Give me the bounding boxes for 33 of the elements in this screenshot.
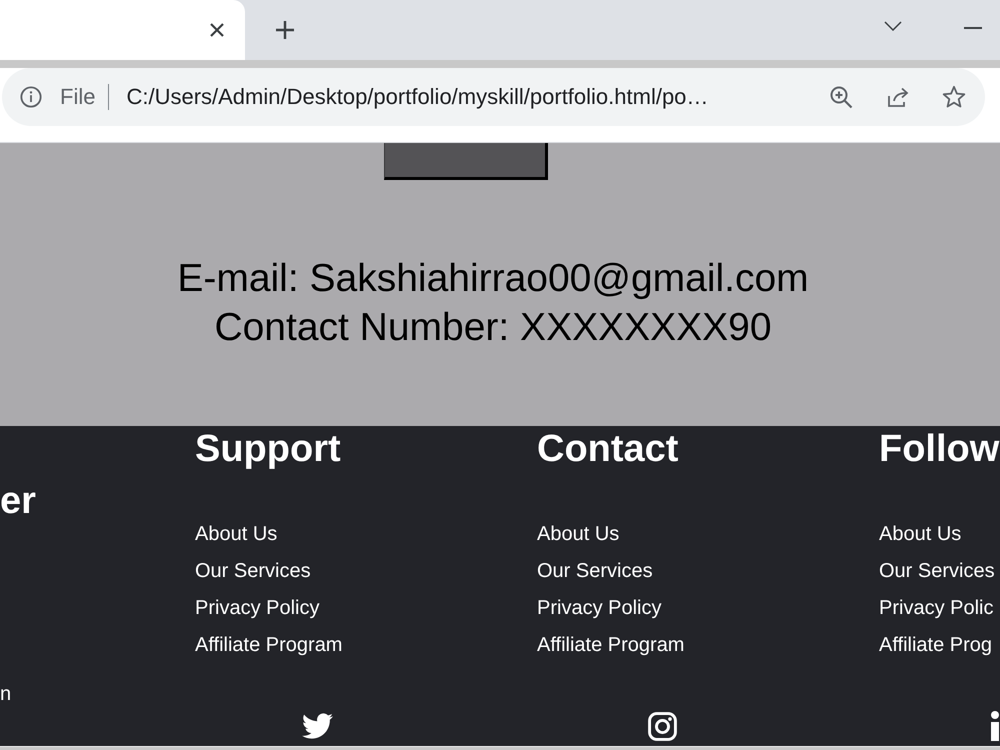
footer-link[interactable]: Our Services bbox=[537, 552, 653, 590]
new-tab-icon[interactable] bbox=[275, 20, 295, 40]
page-button[interactable] bbox=[384, 143, 548, 180]
footer-heading: Follow bbox=[879, 427, 1000, 472]
footer-link[interactable]: Privacy Policy bbox=[537, 590, 662, 626]
footer-heading: Contact bbox=[537, 427, 678, 472]
footer-link[interactable]: Affiliate Program bbox=[195, 626, 342, 664]
chevron-down-icon[interactable] bbox=[884, 21, 902, 31]
footer-heading: Support bbox=[195, 427, 341, 472]
camera-icon[interactable] bbox=[648, 712, 677, 740]
footer-link[interactable]: Our Services bbox=[195, 552, 311, 590]
footer-heading: er bbox=[0, 479, 36, 524]
zoom-in-icon[interactable] bbox=[829, 85, 853, 109]
url-text: C:/Users/Admin/Desktop/portfolio/myskill/portfolio.html/po… bbox=[126, 84, 708, 110]
footer-link[interactable]: About Us bbox=[195, 516, 278, 552]
email-text: E-mail: Sakshiahirrao00@gmail.com bbox=[177, 257, 809, 300]
footer-link[interactable]: Privacy Polic bbox=[879, 590, 994, 626]
footer-text: n bbox=[0, 682, 12, 706]
bird-icon[interactable] bbox=[302, 713, 333, 739]
footer-link[interactable]: About Us bbox=[879, 516, 962, 552]
address-bar[interactable]: File C:/Users/Admin/Desktop/portfolio/myskill/portfolio.html/po… bbox=[2, 68, 985, 126]
info-icon[interactable] bbox=[20, 86, 42, 108]
dot-and-bar-icon[interactable] bbox=[990, 711, 1000, 741]
footer-link[interactable]: Privacy Policy bbox=[195, 590, 320, 626]
footer-link[interactable]: About Us bbox=[537, 516, 620, 552]
share-icon[interactable] bbox=[886, 85, 910, 109]
star-icon[interactable] bbox=[942, 85, 966, 109]
scheme-label: File bbox=[60, 84, 96, 110]
phone-text: Contact Number: XXXXXXXX90 bbox=[214, 306, 772, 349]
close-icon[interactable] bbox=[209, 22, 225, 38]
footer-link[interactable]: Affiliate Program bbox=[537, 626, 684, 664]
footer-link[interactable]: Affiliate Prog bbox=[879, 626, 992, 664]
footer-link[interactable]: Our Services bbox=[879, 552, 995, 590]
